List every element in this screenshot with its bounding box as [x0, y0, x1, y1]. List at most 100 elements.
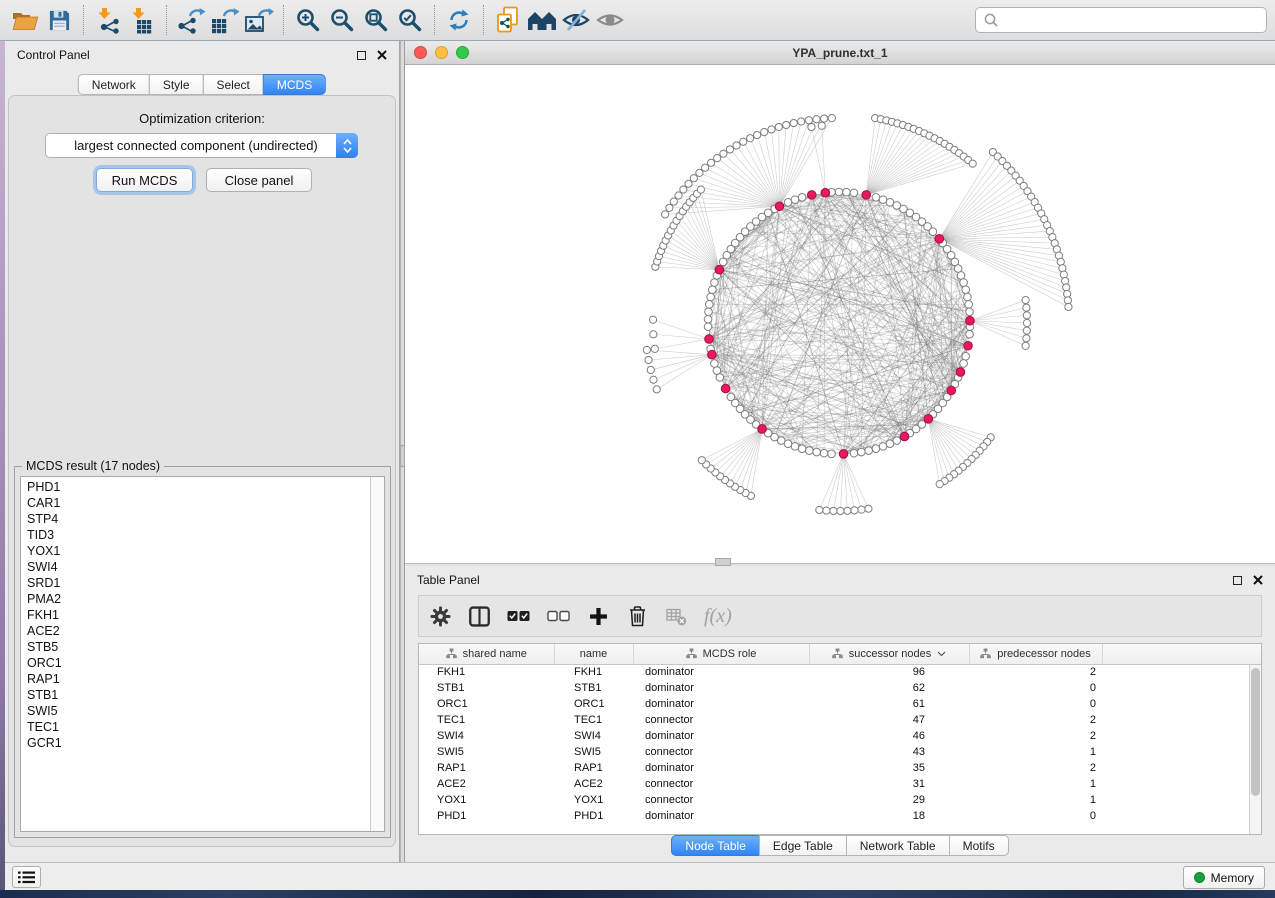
table-cell-predecessor_nodes[interactable]: 0	[969, 680, 1102, 696]
table-cell-name[interactable]: STB1	[554, 680, 633, 696]
table-cell-successor_nodes[interactable]: 18	[809, 808, 969, 824]
table-cell-name[interactable]: ORC1	[554, 696, 633, 712]
table-cell-mcds_role[interactable]: dominator	[633, 808, 809, 824]
table-cell-predecessor_nodes[interactable]: 1	[969, 776, 1102, 792]
table-cell-predecessor_nodes[interactable]: 2	[969, 760, 1102, 776]
table-cell-successor_nodes[interactable]: 96	[809, 664, 969, 680]
tab-style[interactable]: Style	[149, 74, 204, 95]
table-row[interactable]: SWI4SWI4dominator462	[419, 728, 1261, 744]
table-cell-mcds_role[interactable]: dominator	[633, 760, 809, 776]
table-cell-shared_name[interactable]: YOX1	[419, 792, 554, 808]
table-cell-shared_name[interactable]: TEC1	[419, 712, 554, 728]
mcds-node-item[interactable]: STB1	[27, 687, 370, 703]
window-close-icon[interactable]	[414, 46, 427, 59]
mcds-node-item[interactable]: PHD1	[27, 479, 370, 495]
tab-select[interactable]: Select	[203, 74, 264, 95]
table-cell-predecessor_nodes[interactable]: 2	[969, 664, 1102, 680]
mcds-node-item[interactable]: SWI4	[27, 559, 370, 575]
close-panel-icon[interactable]	[377, 50, 387, 60]
mcds-node-item[interactable]: ORC1	[27, 655, 370, 671]
network-canvas[interactable]	[405, 65, 1275, 563]
table-cell-name[interactable]: SWI4	[554, 728, 633, 744]
column-header[interactable]: name	[554, 644, 633, 664]
run-mcds-button[interactable]: Run MCDS	[96, 168, 193, 192]
memory-button[interactable]: Memory	[1183, 866, 1265, 889]
table-cell-predecessor_nodes[interactable]: 0	[969, 696, 1102, 712]
table-row[interactable]: TEC1TEC1connector472	[419, 712, 1261, 728]
table-cell-name[interactable]: PHD1	[554, 808, 633, 824]
table-cell-shared_name[interactable]: ACE2	[419, 776, 554, 792]
table-cell-successor_nodes[interactable]: 29	[809, 792, 969, 808]
mcds-result-scrollbar[interactable]	[370, 477, 384, 831]
column-header[interactable]: successor nodes	[809, 644, 969, 664]
mcds-node-item[interactable]: CAR1	[27, 495, 370, 511]
hide-selected-icon[interactable]	[559, 3, 593, 37]
table-cell-name[interactable]: FKH1	[554, 664, 633, 680]
table-cell-name[interactable]: SWI5	[554, 744, 633, 760]
tab-edge-table[interactable]: Edge Table	[759, 835, 847, 856]
deselect-all-icon[interactable]	[547, 603, 570, 629]
table-row[interactable]: RAP1RAP1dominator352	[419, 760, 1261, 776]
float-panel-icon[interactable]	[1233, 576, 1242, 585]
table-cell-predecessor_nodes[interactable]: 1	[969, 792, 1102, 808]
table-cell-mcds_role[interactable]: connector	[633, 712, 809, 728]
table-settings-gear-icon[interactable]	[429, 603, 451, 629]
zoom-selected-icon[interactable]	[393, 3, 427, 37]
close-panel-button[interactable]: Close panel	[206, 168, 312, 192]
tab-node-table[interactable]: Node Table	[671, 835, 760, 856]
close-panel-icon[interactable]	[1253, 575, 1263, 585]
mcds-node-item[interactable]: STB5	[27, 639, 370, 655]
first-neighbors-icon[interactable]	[525, 3, 559, 37]
table-cell-shared_name[interactable]: FKH1	[419, 664, 554, 680]
table-cell-name[interactable]: YOX1	[554, 792, 633, 808]
delete-icon[interactable]	[626, 603, 648, 629]
zoom-in-icon[interactable]	[291, 3, 325, 37]
table-cell-shared_name[interactable]: SWI5	[419, 744, 554, 760]
table-cell-name[interactable]: TEC1	[554, 712, 633, 728]
import-network-icon[interactable]	[91, 3, 125, 37]
network-graph[interactable]	[405, 65, 1275, 563]
column-header[interactable]: shared name	[419, 644, 554, 664]
table-cell-mcds_role[interactable]: dominator	[633, 680, 809, 696]
table-row[interactable]: YOX1YOX1connector291	[419, 792, 1261, 808]
import-table-icon[interactable]	[125, 3, 159, 37]
table-row[interactable]: SWI5SWI5connector431	[419, 744, 1261, 760]
show-columns-icon[interactable]	[468, 603, 490, 629]
table-row[interactable]: FKH1FKH1dominator962	[419, 664, 1261, 680]
table-row[interactable]: ORC1ORC1dominator610	[419, 696, 1261, 712]
table-cell-successor_nodes[interactable]: 46	[809, 728, 969, 744]
window-minimize-icon[interactable]	[435, 46, 448, 59]
open-icon[interactable]	[8, 3, 42, 37]
mcds-node-item[interactable]: RAP1	[27, 671, 370, 687]
horizontal-splitter-handle[interactable]	[715, 558, 731, 566]
tab-mcds[interactable]: MCDS	[263, 74, 326, 95]
table-cell-shared_name[interactable]: PHD1	[419, 808, 554, 824]
table-cell-shared_name[interactable]: ORC1	[419, 696, 554, 712]
column-header[interactable]: MCDS role	[633, 644, 809, 664]
table-row[interactable]: PHD1PHD1dominator180	[419, 808, 1261, 824]
table-row[interactable]: STB1STB1dominator620	[419, 680, 1261, 696]
table-cell-shared_name[interactable]: STB1	[419, 680, 554, 696]
zoom-out-icon[interactable]	[325, 3, 359, 37]
table-cell-successor_nodes[interactable]: 47	[809, 712, 969, 728]
tab-network-table[interactable]: Network Table	[846, 835, 950, 856]
table-row[interactable]: ACE2ACE2connector311	[419, 776, 1261, 792]
table-cell-successor_nodes[interactable]: 62	[809, 680, 969, 696]
mcds-node-item[interactable]: SRD1	[27, 575, 370, 591]
save-icon[interactable]	[42, 3, 76, 37]
table-cell-name[interactable]: ACE2	[554, 776, 633, 792]
table-cell-mcds_role[interactable]: dominator	[633, 696, 809, 712]
clone-network-icon[interactable]	[491, 3, 525, 37]
network-window-titlebar[interactable]: YPA_prune.txt_1	[405, 41, 1275, 65]
window-zoom-icon[interactable]	[456, 46, 469, 59]
mcds-node-item[interactable]: PMA2	[27, 591, 370, 607]
export-network-icon[interactable]	[174, 3, 208, 37]
table-cell-predecessor_nodes[interactable]: 0	[969, 808, 1102, 824]
table-cell-successor_nodes[interactable]: 61	[809, 696, 969, 712]
mcds-node-item[interactable]: TEC1	[27, 719, 370, 735]
mcds-node-item[interactable]: YOX1	[27, 543, 370, 559]
mcds-node-item[interactable]: SWI5	[27, 703, 370, 719]
table-cell-successor_nodes[interactable]: 43	[809, 744, 969, 760]
table-cell-name[interactable]: RAP1	[554, 760, 633, 776]
refresh-icon[interactable]	[442, 3, 476, 37]
